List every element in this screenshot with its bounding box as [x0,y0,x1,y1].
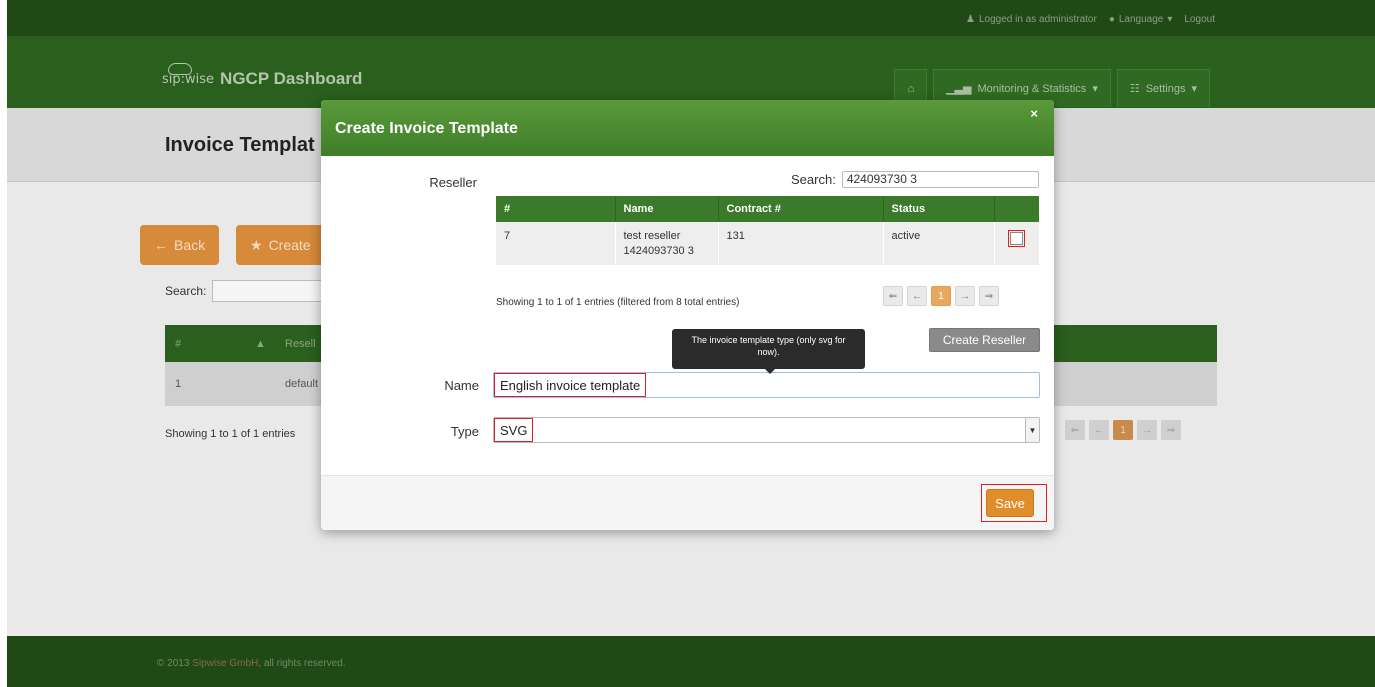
save-highlight: Save [981,484,1047,522]
top-bar: ♟ Logged in as administrator ● Language ▾ L… [7,0,1375,36]
footer-copyright: © 2013 Sipwise GmbH, all rights reserved… [157,658,346,669]
type-select[interactable]: SVG ▼ [493,417,1040,443]
name-input-value: English invoice template [494,373,647,397]
type-select-value: SVG [494,418,534,442]
home-icon: ⌂ [907,82,915,95]
reseller-select-checkbox[interactable] [1008,230,1026,247]
create-reseller-button[interactable]: Create Reseller [929,328,1040,352]
back-button[interactable]: ← Back [140,225,220,265]
arrow-left-icon: ← [154,237,168,253]
reseller-pager: ⇐ ← 1 → ⇒ [883,286,999,306]
pager-last[interactable]: ⇒ [1161,420,1181,440]
background-pager: ⇐ ← 1 → ⇒ [1065,420,1181,440]
main-header: sip:wise NGCP Dashboard ⌂ ▁▃▅ Monitoring … [7,36,1375,108]
nav-settings[interactable]: ☷ Settings ▾ [1116,69,1210,107]
pager-first[interactable]: ⇐ [1065,420,1085,440]
sort-icon: ▲ [255,337,266,350]
caret-down-icon: ▾ [1191,83,1197,95]
logged-in-status: ♟ Logged in as administrator [966,14,1097,25]
caret-down-icon: ▾ [1167,14,1173,25]
close-icon[interactable]: × [1030,106,1038,121]
create-invoice-template-dialog: Create Invoice Template × Reseller Searc… [321,100,1054,530]
dialog-body: Reseller Search: 424093730 3 # Name Cont… [321,156,1054,476]
pager-page[interactable]: 1 [931,286,951,306]
pager-prev[interactable]: ← [1089,420,1109,440]
background-search-input[interactable] [212,280,333,302]
sipwise-logo: sip:wise [162,62,215,87]
grid-icon: ☷ [1129,83,1140,95]
pager-prev[interactable]: ← [907,286,927,306]
logout-link[interactable]: Logout [1184,14,1215,25]
pager-next[interactable]: → [1137,420,1157,440]
pager-last[interactable]: ⇒ [979,286,999,306]
user-icon: ♟ [966,14,975,25]
page-title: Invoice Templat [165,134,315,156]
type-label: Type [450,424,479,439]
reseller-table-info: Showing 1 to 1 of 1 entries (filtered fr… [496,297,740,308]
dialog-header: Create Invoice Template × [321,100,1054,156]
footer-company-link[interactable]: Sipwise GmbH [192,658,258,669]
table-info: Showing 1 to 1 of 1 entries [165,428,296,440]
caret-down-icon: ▾ [1092,83,1098,95]
pager-page[interactable]: 1 [1113,420,1133,440]
brand[interactable]: sip:wise NGCP Dashboard [162,62,363,89]
footer: © 2013 Sipwise GmbH, all rights reserved… [7,636,1375,687]
type-tooltip: The invoice template type (only svg for … [672,329,865,374]
table-row: 7 test reseller 1424093730 3 131 active [496,222,1039,265]
reseller-search-input[interactable]: 424093730 3 [841,171,1039,188]
dialog-title: Create Invoice Template [335,120,518,137]
user-links: ♟ Logged in as administrator ● Language ▾ L… [966,14,1215,25]
pager-next[interactable]: → [955,286,975,306]
bar-chart-icon: ▁▃▅ [946,83,972,95]
name-input[interactable]: English invoice template [493,372,1040,398]
name-label: Name [444,378,479,393]
star-icon: ★ [250,236,263,253]
reseller-search: Search: 424093730 3 [791,171,1039,188]
pager-first[interactable]: ⇐ [883,286,903,306]
reseller-table-header: # Name Contract # Status [496,196,1039,222]
save-button[interactable]: Save [986,489,1034,517]
background-search: Search: [165,280,333,302]
language-menu[interactable]: ● Language ▾ [1109,14,1173,25]
reseller-table: # Name Contract # Status 7 test reseller… [496,196,1039,265]
chevron-down-icon: ▼ [1025,418,1039,442]
globe-icon: ● [1108,14,1115,25]
brand-title: NGCP Dashboard [220,69,363,88]
reseller-label: Reseller [429,175,477,190]
dialog-footer: Save [321,475,1054,530]
